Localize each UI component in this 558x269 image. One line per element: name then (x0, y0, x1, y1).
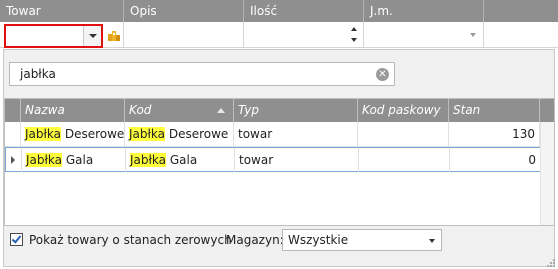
cell-nazwa: Jabłka Gala (22, 148, 126, 172)
product-list: Nazwa Kod Typ Kod paskowy Stan handlowy … (4, 98, 555, 226)
column-header-label: Kod (129, 103, 152, 117)
column-header-label: Nazwa (25, 103, 65, 117)
dropdown-icon (429, 239, 435, 243)
cell-stan-handlowy: 0 (450, 148, 541, 172)
column-header-kod-paskowy[interactable]: Kod paskowy (358, 99, 449, 122)
match-highlight: Jabłka (26, 153, 63, 167)
match-highlight: Jabłka (130, 153, 167, 167)
jm-combo[interactable] (364, 22, 484, 48)
table-row[interactable]: Jabłka Deserowe Jabłka Deserowe towar 13… (5, 122, 554, 147)
towar-combo[interactable] (4, 24, 103, 48)
cell-text: Gala (166, 153, 198, 167)
ilosc-spinner[interactable] (244, 22, 364, 48)
extra-cell (484, 22, 558, 48)
clear-icon[interactable]: ✕ (376, 68, 389, 81)
column-header-opis[interactable]: Opis (124, 0, 244, 22)
column-header-typ[interactable]: Typ (234, 99, 358, 122)
search-value: jabłka (20, 67, 56, 81)
row-indicator-icon (11, 156, 15, 164)
column-header-label: Towar (6, 4, 41, 18)
column-header-label: Typ (238, 103, 260, 117)
cell-text: Gala (62, 153, 94, 167)
cell-stan-handlowy: 130 (449, 122, 540, 146)
search-input[interactable]: jabłka ✕ (9, 62, 395, 86)
list-header: Nazwa Kod Typ Kod paskowy Stan handlowy (5, 99, 554, 140)
row-indicator-header (5, 99, 21, 122)
column-header-label: Opis (130, 4, 157, 18)
spin-up-icon[interactable] (351, 27, 357, 31)
towar-dropdown-button[interactable] (83, 26, 101, 46)
magazyn-value: Wszystkie (288, 233, 349, 247)
vertical-scrollbar[interactable] (540, 122, 554, 225)
match-highlight: Jabłka (25, 127, 62, 141)
cell-nazwa: Jabłka Deserowe (21, 122, 125, 146)
magazyn-dropdown-button[interactable] (423, 230, 441, 250)
column-header-jm[interactable]: J.m. (364, 0, 484, 22)
sort-ascending-icon (217, 108, 225, 113)
opis-input[interactable] (124, 22, 244, 48)
column-header-label: J.m. (370, 4, 393, 18)
row-indicator (5, 122, 21, 146)
column-header-extra (484, 0, 558, 22)
match-highlight: Jabłka (129, 127, 166, 141)
cell-kod-paskowy (358, 122, 449, 146)
cell-text: Deserowe (165, 127, 229, 141)
cell-text: Deserowe (61, 127, 125, 141)
dropdown-icon (89, 34, 97, 38)
spin-down-icon[interactable] (351, 38, 357, 42)
dropdown-icon[interactable] (470, 33, 476, 37)
column-header-label: Kod paskowy (362, 103, 441, 117)
grid-header: Towar Opis Ilość J.m. (0, 0, 558, 22)
warehouse-icon[interactable] (107, 28, 121, 42)
cell-typ: towar (235, 148, 359, 172)
column-header-nazwa[interactable]: Nazwa (21, 99, 125, 122)
column-header-stan-handlowy[interactable]: Stan handlowy (449, 99, 540, 140)
cell-typ: towar (234, 122, 358, 146)
column-header-towar[interactable]: Towar (0, 0, 124, 22)
show-zero-stock-checkbox[interactable] (10, 233, 23, 246)
table-row-selected[interactable]: Jabłka Gala Jabłka Gala towar 0 (5, 147, 554, 172)
row-indicator (6, 148, 22, 172)
cell-kod: Jabłka Gala (126, 148, 235, 172)
column-header-ilosc[interactable]: Ilość (244, 0, 364, 22)
cell-kod-paskowy (359, 148, 450, 172)
column-header-label: Ilość (250, 4, 278, 18)
resize-grip-icon[interactable] (545, 257, 555, 267)
show-zero-stock-label[interactable]: Pokaż towary o stanach zerowych (29, 233, 232, 247)
magazyn-select[interactable]: Wszystkie (282, 229, 442, 251)
cell-kod: Jabłka Deserowe (125, 122, 234, 146)
magazyn-label: Magazyn: (226, 233, 284, 247)
checkbox-icon (11, 233, 22, 244)
column-header-kod[interactable]: Kod (125, 99, 234, 122)
